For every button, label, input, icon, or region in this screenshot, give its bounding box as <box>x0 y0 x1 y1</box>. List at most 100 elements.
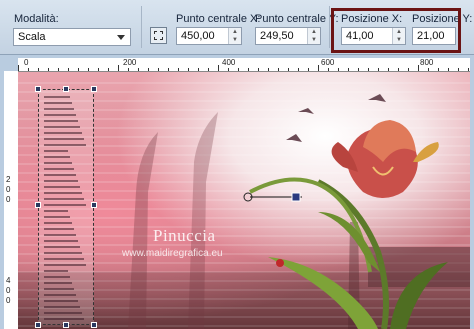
ruler-tick <box>58 68 59 71</box>
text-line <box>44 228 74 230</box>
ruler-tick <box>298 68 299 71</box>
bounding-box-icon[interactable] <box>150 27 167 44</box>
ruler-tick <box>88 68 89 71</box>
ruler-label: 0 <box>6 195 11 204</box>
text-line <box>44 270 68 272</box>
center-y-label: Punto centrale Y: <box>255 13 339 25</box>
ruler-label: 400 <box>222 58 236 67</box>
transform-handle[interactable] <box>35 202 41 208</box>
ruler-tick <box>408 68 409 71</box>
ruler-label: 2 <box>6 175 11 184</box>
text-line <box>44 252 82 254</box>
text-line <box>44 180 78 182</box>
transform-handle[interactable] <box>35 322 41 328</box>
ruler-tick <box>68 68 69 71</box>
text-line <box>44 306 80 308</box>
ruler-tick <box>288 68 289 71</box>
mode-label: Modalità: <box>14 13 59 25</box>
text-line <box>44 264 86 266</box>
text-line <box>44 126 80 128</box>
center-y-field[interactable]: 249,50 ▲ ▼ <box>255 27 321 45</box>
ruler-tick <box>168 68 169 71</box>
ruler-tick <box>28 68 29 71</box>
ruler-label: 600 <box>321 58 335 67</box>
text-line <box>44 258 84 260</box>
ruler-tick <box>328 68 329 71</box>
ruler-tick <box>228 68 229 71</box>
ruler-label: 0 <box>24 58 29 67</box>
text-line <box>44 234 76 236</box>
ruler-tick <box>308 68 309 71</box>
separator <box>329 6 330 48</box>
ruler-top: 0 200 400 600 800 <box>18 58 470 72</box>
ruler-tick <box>248 68 249 71</box>
image-canvas[interactable]: Pinuccia www.maidiregrafica.eu <box>18 72 470 329</box>
ruler-tick <box>338 68 339 71</box>
selected-text-layer[interactable] <box>38 89 94 325</box>
ruler-tick <box>188 68 189 71</box>
text-line <box>44 198 84 200</box>
ruler-tick <box>138 68 139 71</box>
center-x-value: 450,00 <box>181 30 215 42</box>
text-line <box>44 216 70 218</box>
ruler-tick <box>98 68 99 71</box>
text-line <box>44 204 86 206</box>
ruler-label: 4 <box>6 276 11 285</box>
transform-handle[interactable] <box>63 322 69 328</box>
ruler-tick <box>238 68 239 71</box>
text-line <box>44 114 76 116</box>
ruler-tick <box>198 68 199 71</box>
ruler-tick <box>208 68 209 71</box>
transform-handle[interactable] <box>91 322 97 328</box>
ruler-tick <box>318 65 319 71</box>
ruler-tick <box>108 68 109 71</box>
rotation-handle[interactable] <box>240 190 310 204</box>
ruler-tick <box>368 68 369 71</box>
ruler-tick <box>128 68 129 71</box>
ruler-label: 0 <box>6 185 11 194</box>
ruler-tick <box>388 68 389 71</box>
text-line <box>44 150 68 152</box>
transform-handle[interactable] <box>63 86 69 92</box>
ruler-tick <box>448 68 449 71</box>
toolbar: Modalità: Scala Punto centrale X: 450,00… <box>0 0 474 55</box>
transform-handle[interactable] <box>35 86 41 92</box>
watermark-url: www.maidiregrafica.eu <box>122 248 223 259</box>
transform-handle[interactable] <box>91 86 97 92</box>
text-line <box>44 300 78 302</box>
ruler-tick <box>48 68 49 71</box>
text-line <box>44 246 80 248</box>
ruler-tick <box>148 68 149 71</box>
ruler-label: 0 <box>6 296 11 305</box>
ruler-tick <box>428 68 429 71</box>
text-line <box>44 102 72 104</box>
center-x-label: Punto centrale X: <box>176 13 261 25</box>
ruler-tick <box>258 68 259 71</box>
text-line <box>44 240 78 242</box>
text-line <box>44 156 70 158</box>
ruler-tick <box>398 68 399 71</box>
ruler-tick <box>458 68 459 71</box>
text-line <box>44 96 70 98</box>
text-line <box>44 288 74 290</box>
mode-value: Scala <box>18 31 46 43</box>
text-line <box>44 192 82 194</box>
transform-handle[interactable] <box>91 202 97 208</box>
mode-dropdown[interactable]: Scala <box>13 28 131 46</box>
text-line <box>44 144 86 146</box>
center-x-field[interactable]: 450,00 ▲ ▼ <box>176 27 242 45</box>
center-y-value: 249,50 <box>260 30 294 42</box>
text-line <box>44 312 82 314</box>
text-line <box>44 282 72 284</box>
ruler-tick <box>418 65 419 71</box>
center-y-spinner[interactable]: ▲ ▼ <box>307 28 320 44</box>
center-x-spinner[interactable]: ▲ ▼ <box>228 28 241 44</box>
text-line <box>44 162 72 164</box>
ruler-tick <box>468 68 469 71</box>
ruler-tick <box>348 68 349 71</box>
text-line <box>44 222 72 224</box>
ruler-tick <box>438 68 439 71</box>
ruler-tick <box>118 65 119 71</box>
text-line <box>44 168 74 170</box>
text-line <box>44 294 76 296</box>
